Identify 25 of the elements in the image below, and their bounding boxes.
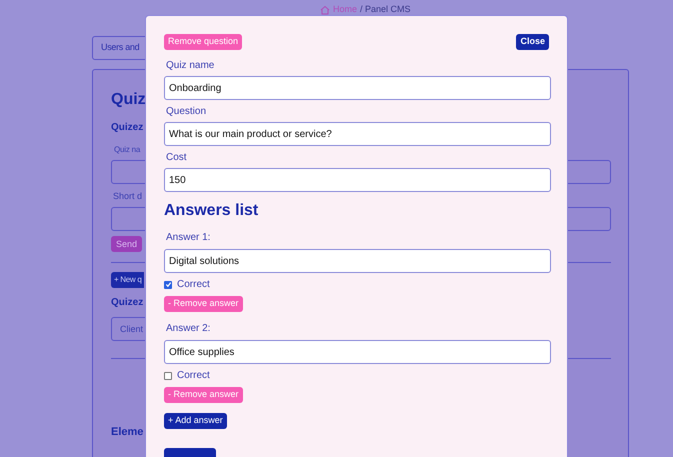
input-field[interactable]: Office supplies	[164, 340, 551, 364]
home-icon	[320, 4, 330, 15]
section-heading: Eleme	[111, 425, 144, 440]
field-label: Quiz na	[114, 144, 140, 156]
new-quiz-button[interactable]: + New q	[111, 272, 144, 288]
field-label: Short d	[113, 190, 142, 203]
field-label: Question	[166, 105, 206, 118]
section-heading: Quiz	[111, 90, 146, 110]
field-label: Cost	[166, 151, 187, 164]
close-button[interactable]: Close	[516, 34, 549, 50]
field-label: Answer 2:	[166, 322, 210, 335]
breadcrumb-current: / Panel CMS	[360, 3, 411, 16]
subsection-heading: Quizez	[111, 120, 144, 135]
checkbox-label: Correct	[177, 278, 210, 292]
input-field[interactable]: What is our main product or service?	[164, 122, 551, 146]
input-field[interactable]: 150	[164, 168, 551, 192]
input-field[interactable]: Onboarding	[164, 76, 551, 100]
checkbox[interactable]	[164, 372, 172, 380]
field-label: Answer 1:	[166, 231, 210, 244]
subsection-heading: Quizez	[111, 296, 144, 310]
field-label: Quiz name	[166, 59, 214, 72]
section-heading: Answers list	[164, 201, 258, 221]
add-answer-button[interactable]: + Add answer	[164, 413, 227, 429]
input-field[interactable]: Digital solutions	[164, 249, 551, 273]
checkbox-label: Correct	[177, 369, 210, 383]
